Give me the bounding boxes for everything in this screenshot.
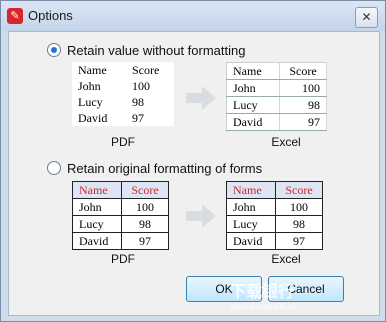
cell: 100 (132, 78, 150, 93)
cell: 97 (275, 232, 323, 250)
cell: 100 (279, 79, 327, 97)
cell: 100 (121, 198, 169, 216)
cell: 98 (121, 215, 169, 233)
cell: David (226, 232, 276, 250)
pdf-preview-plain-table: Name Score John 100 Lucy 98 David 97 (72, 62, 174, 126)
cell: John (226, 79, 280, 97)
option-retain-value[interactable]: Retain value without formatting (47, 42, 245, 58)
cell: 98 (132, 94, 144, 109)
header-score: Score (132, 62, 160, 77)
cell: Lucy (226, 215, 276, 233)
option-retain-formatting[interactable]: Retain original formatting of forms (47, 160, 262, 176)
cell: 98 (279, 96, 327, 114)
header-score: Score (275, 181, 323, 199)
option-retain-value-label: Retain value without formatting (67, 42, 246, 58)
radio-retain-formatting-icon[interactable] (47, 161, 61, 175)
header-name: Name (78, 62, 107, 77)
pdf-preview-formatted-table: Name Score John 100 Lucy 98 David 97 (72, 181, 169, 250)
cell: 98 (275, 215, 323, 233)
title-bar: ✎ Options ✕ (1, 1, 385, 31)
close-button[interactable]: ✕ (355, 7, 378, 28)
header-name: Name (226, 181, 276, 199)
caption-excel: Excel (271, 135, 301, 149)
header-score: Score (121, 181, 169, 199)
pdf-app-icon: ✎ (7, 8, 23, 24)
watermark: 下载银行 www.downbank.cn (230, 278, 296, 311)
cell: 97 (132, 110, 144, 125)
caption-pdf: PDF (111, 135, 135, 149)
cell: John (226, 198, 276, 216)
cell: David (226, 113, 280, 131)
watermark-text: 下载银行 (230, 284, 295, 301)
watermark-url: www.downbank.cn (230, 302, 297, 311)
arrow-right-icon (186, 204, 216, 228)
cell: David (72, 232, 122, 250)
header-score: Score (279, 62, 327, 80)
option-retain-formatting-label: Retain original formatting of forms (67, 160, 263, 176)
cell: 100 (275, 198, 323, 216)
cell: 97 (121, 232, 169, 250)
cell: John (72, 198, 122, 216)
cell: Lucy (72, 215, 122, 233)
caption-pdf: PDF (111, 252, 135, 266)
arrow-right-icon (186, 86, 216, 110)
radio-retain-value-icon[interactable] (47, 43, 61, 57)
cell: 97 (279, 113, 327, 131)
cell: Lucy (78, 94, 103, 109)
cell: David (78, 110, 108, 125)
cell: John (78, 78, 101, 93)
cell: Lucy (226, 96, 280, 114)
header-name: Name (226, 62, 280, 80)
window-title: Options (28, 8, 73, 23)
excel-preview-formatted-table: Name Score John 100 Lucy 98 David 97 (226, 181, 323, 250)
header-name: Name (72, 181, 122, 199)
caption-excel: Excel (271, 252, 301, 266)
excel-preview-plain-table: Name Score John 100 Lucy 98 David 97 (226, 62, 327, 131)
